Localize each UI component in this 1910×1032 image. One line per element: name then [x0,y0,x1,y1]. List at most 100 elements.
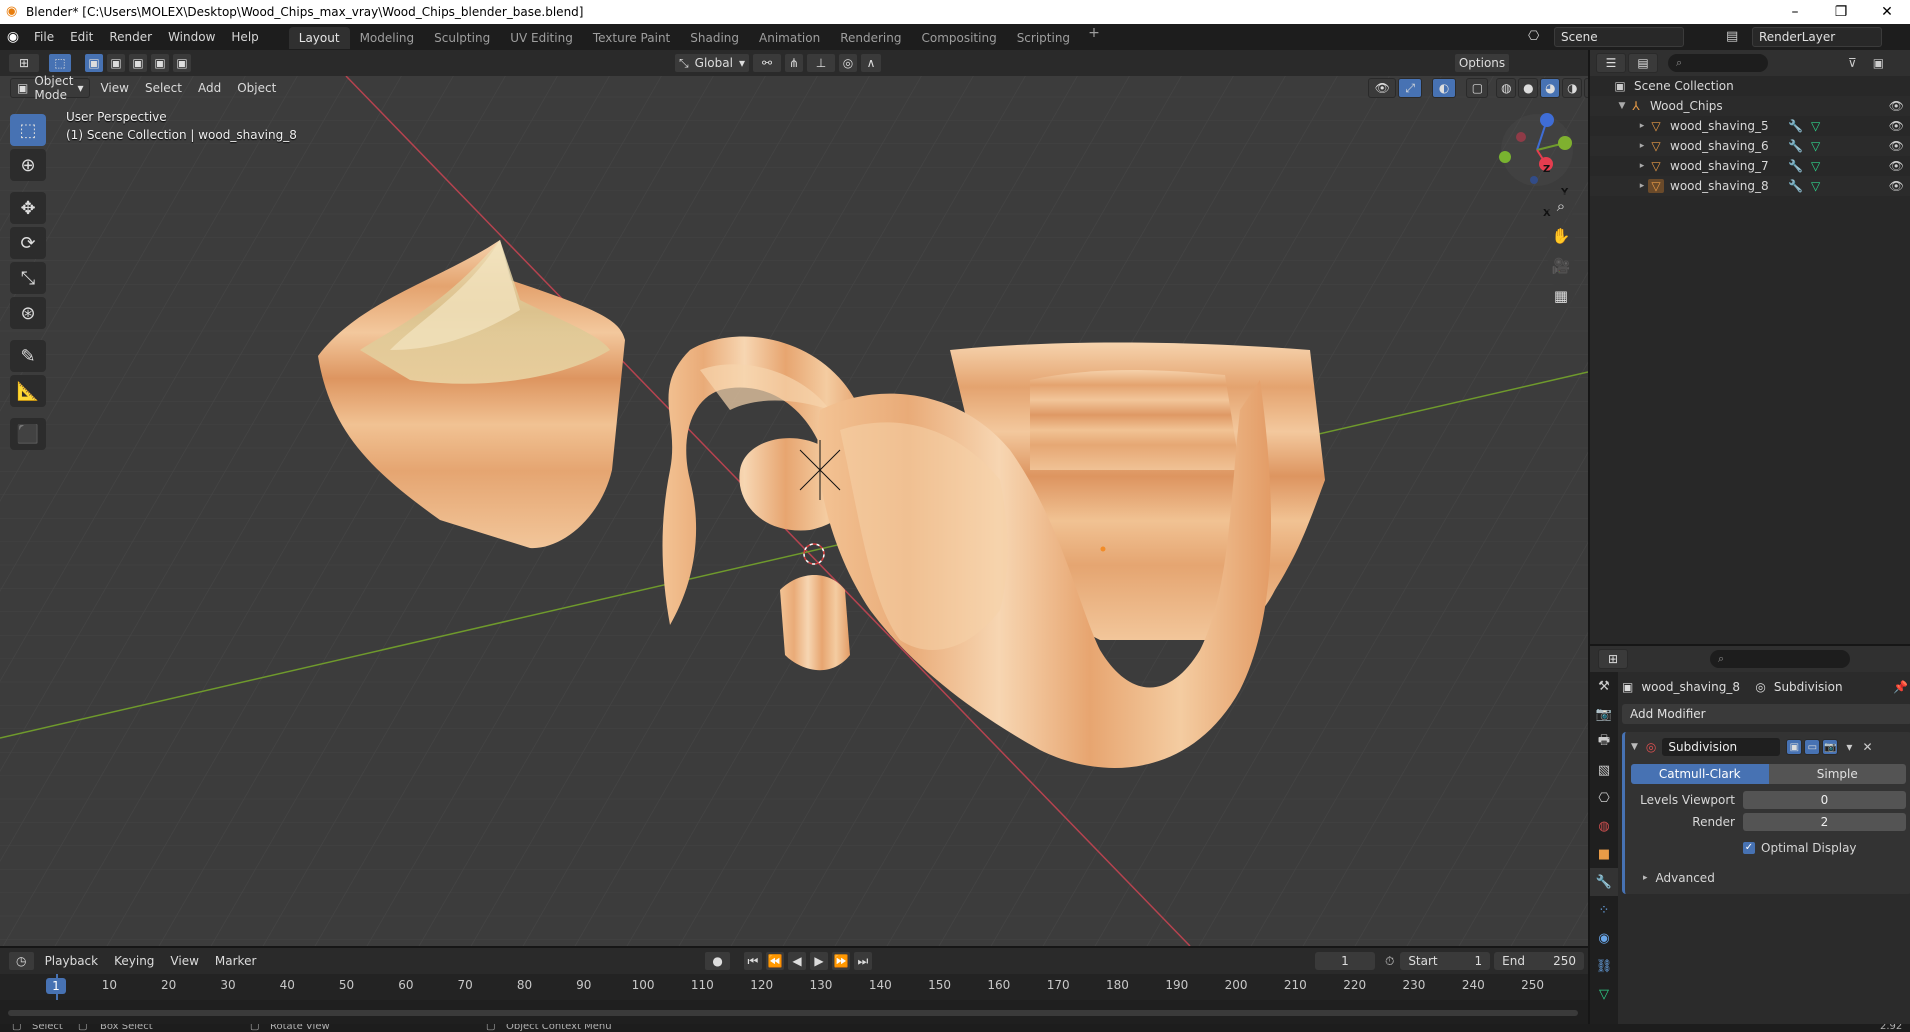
tool-tab-icon[interactable]: ⚒ [1590,672,1618,700]
mode-extend-icon[interactable]: ▣ [106,53,126,73]
rotate-tool-icon[interactable]: ⟳ [10,227,46,259]
mode-dropdown[interactable]: ▣ Object Mode ▾ [10,74,91,102]
editor-type-icon[interactable]: ⊞ [8,53,40,73]
visibility-eye-icon[interactable]: 👁 [1889,139,1904,153]
tab-layout[interactable]: Layout [288,27,350,49]
material-shading-icon[interactable]: ◕ [1540,78,1561,98]
modifier-tab-icon[interactable]: 🔧 [1590,868,1618,896]
outliner-row-scene-collection[interactable]: ▣ Scene Collection [1590,76,1910,96]
tab-scripting[interactable]: Scripting [1007,27,1080,49]
filter-icon[interactable]: ⊽ [1848,56,1857,70]
start-frame-field[interactable]: Start 1 [1400,952,1491,970]
snap-icon[interactable]: ⋔ [784,53,804,73]
select-tool-icon[interactable]: ⬚ [10,114,46,146]
menu-edit[interactable]: Edit [62,24,101,50]
play-reverse-icon[interactable]: ◀ [786,951,807,971]
object-tab-icon[interactable]: ■ [1590,840,1618,868]
outliner-row-wood-shaving-7[interactable]: ▸ ▽ wood_shaving_7 🔧 ▽ 👁 [1590,156,1910,176]
options-button[interactable]: Options [1454,53,1510,73]
minimize-button[interactable]: – [1772,0,1818,24]
outliner-row-wood-chips[interactable]: ▼ ⅄ Wood_Chips 👁 [1590,96,1910,116]
simple-button[interactable]: Simple [1768,764,1906,784]
add-workspace-icon[interactable]: + [1080,25,1108,49]
scale-tool-icon[interactable]: ⤡ [10,262,46,294]
tab-compositing[interactable]: Compositing [911,27,1006,49]
modifier-wrench-icon[interactable]: 🔧 [1788,119,1803,133]
rendered-shading-icon[interactable]: ◑ [1562,78,1583,98]
render-levels-field[interactable]: 2 [1743,813,1906,831]
transform-orientation-dropdown[interactable]: ⤡ Global ▾ [674,53,750,73]
maximize-button[interactable]: ❐ [1818,0,1864,24]
expand-triangle-icon[interactable]: ▸ [1636,161,1648,171]
close-button[interactable]: ✕ [1864,0,1910,24]
outliner-row-wood-shaving-6[interactable]: ▸ ▽ wood_shaving_6 🔧 ▽ 👁 [1590,136,1910,156]
optimal-display-checkbox[interactable]: ✓ [1743,842,1755,854]
add-modifier-dropdown[interactable]: Add Modifier [1622,704,1910,724]
outliner-editor-type-icon[interactable]: ☰ [1596,53,1626,73]
visibility-eye-icon[interactable]: 👁 [1889,119,1904,133]
ortho-toggle-icon[interactable]: ▦ [1547,282,1575,310]
modifier-wrench-icon[interactable]: 🔧 [1788,159,1803,173]
timeline-editor-type-icon[interactable]: ◷ [8,951,35,971]
current-frame-field[interactable]: 1 [1314,952,1375,970]
viewport-menu-view[interactable]: View [92,81,136,95]
collapse-triangle-icon[interactable]: ▼ [1631,742,1638,752]
mesh-data-icon[interactable]: ▽ [1811,179,1820,193]
play-icon[interactable]: ▶ [808,951,829,971]
timeline-menu-view[interactable]: View [162,954,206,968]
viewport-toggle-icon[interactable]: ▭ [1804,739,1821,755]
outliner-search-input[interactable]: ⌕ [1668,54,1768,72]
mode-subtract-icon[interactable]: ▣ [128,53,148,73]
render-toggle-icon[interactable]: 📷 [1822,739,1839,755]
output-tab-icon[interactable]: 🖶 [1590,728,1618,756]
timeline-scrollbar[interactable] [8,1010,1578,1016]
particles-tab-icon[interactable]: ⁘ [1590,896,1618,924]
add-cube-tool-icon[interactable]: ⬛ [10,418,46,450]
expand-triangle-icon[interactable]: ▸ [1636,181,1648,191]
jump-end-icon[interactable]: ⏭ [852,951,873,971]
zoom-icon[interactable]: ⌕ [1547,192,1575,220]
tab-animation[interactable]: Animation [749,27,830,49]
menu-render[interactable]: Render [101,24,160,50]
edit-mode-toggle-icon[interactable]: ▣ [1786,739,1803,755]
render-layer-icon[interactable]: ▤ [1726,29,1738,44]
visibility-eye-icon[interactable]: 👁 [1889,179,1904,193]
tab-texture-paint[interactable]: Texture Paint [583,27,680,49]
expand-triangle-icon[interactable]: ▸ [1636,141,1648,151]
timeline-menu-keying[interactable]: Keying [106,954,162,968]
viewport-menu-object[interactable]: Object [229,81,284,95]
menu-help[interactable]: Help [223,24,266,50]
properties-search-input[interactable]: ⌕ [1710,650,1850,668]
advanced-subpanel[interactable]: ▸ Advanced [1631,868,1906,888]
world-tab-icon[interactable]: ◍ [1590,812,1618,840]
expand-triangle-icon[interactable]: ▼ [1616,101,1628,111]
visibility-icon[interactable]: 👁 [1368,78,1397,98]
menu-window[interactable]: Window [160,24,223,50]
properties-editor-type-icon[interactable]: ⊞ [1598,649,1628,669]
mode-new-icon[interactable]: ▣ [84,53,104,73]
pan-hand-icon[interactable]: ✋ [1547,222,1575,250]
3d-viewport[interactable]: Z Y X ⊞ ⬚ ▣ ▣ ▣ ▣ ▣ ⤡ Global ▾ ⚯ ⋔ ⊥ ◎ ∧… [0,50,1588,946]
snap-target-icon[interactable]: ⊥ [806,53,836,73]
mode-invert-icon[interactable]: ▣ [150,53,170,73]
prev-keyframe-icon[interactable]: ⏪ [764,951,785,971]
remove-modifier-icon[interactable]: ✕ [1862,740,1872,754]
mesh-data-icon[interactable]: ▽ [1811,139,1820,153]
pivot-point-icon[interactable]: ⚯ [752,53,782,73]
tab-modeling[interactable]: Modeling [350,27,425,49]
expand-triangle-icon[interactable]: ▸ [1636,121,1648,131]
menu-file[interactable]: File [26,24,62,50]
expand-triangle-icon[interactable]: ▸ [1643,873,1648,883]
proportional-edit-icon[interactable]: ◎ [838,53,858,73]
scene-tab-icon[interactable]: ⎔ [1590,784,1618,812]
outliner-row-wood-shaving-8[interactable]: ▸ ▽ wood_shaving_8 🔧 ▽ 👁 [1590,176,1910,196]
tab-sculpting[interactable]: Sculpting [424,27,500,49]
overlays-icon[interactable]: ◐ [1431,78,1457,98]
modifier-dropdown-icon[interactable]: ▾ [1846,740,1852,754]
pin-icon[interactable]: 📌 [1893,680,1908,694]
record-icon[interactable]: ● [704,951,731,971]
tab-shading[interactable]: Shading [680,27,749,49]
modifier-wrench-icon[interactable]: 🔧 [1788,139,1803,153]
falloff-icon[interactable]: ∧ [860,53,882,73]
tab-uv-editing[interactable]: UV Editing [500,27,583,49]
